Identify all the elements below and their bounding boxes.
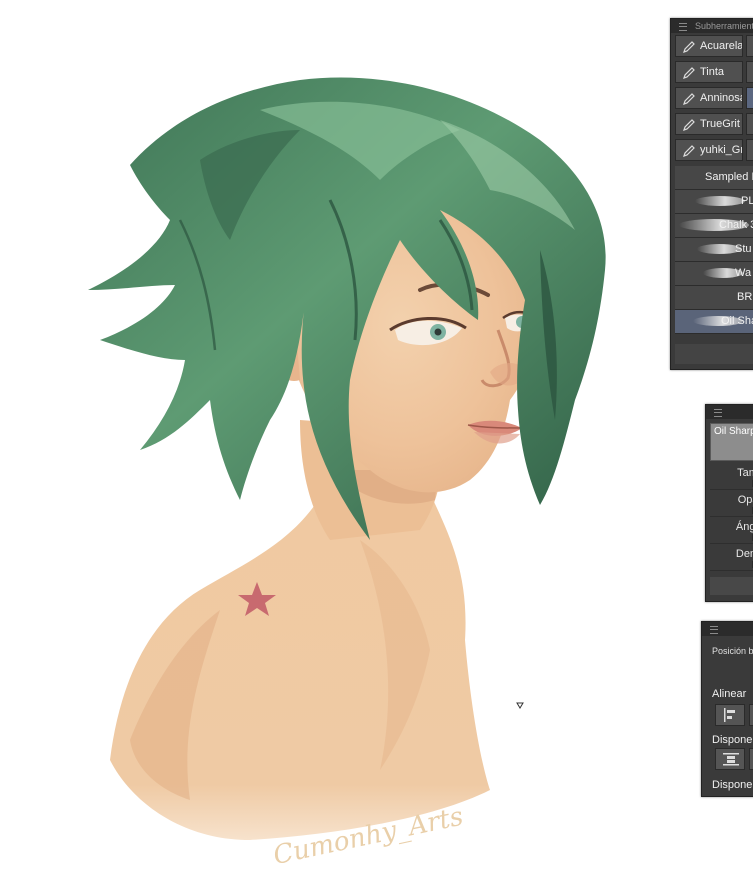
tool-row: Tinta [675,61,753,85]
tool-row: TrueGrit [675,113,753,137]
property-label: Tama [737,467,753,479]
brush-item-chalk[interactable]: Chalk 3 [675,214,753,238]
cursor-icon [516,702,524,709]
selected-brush-name: Oil Sharp [714,426,753,437]
distribute-label: Disponer [712,779,753,791]
property-row-opacity: Opac [710,490,753,517]
align-label: Alinear [712,688,747,700]
tool-label: TrueGrit [700,118,740,130]
brush-label: Chalk 3 [719,219,753,231]
tool-button-anninosa[interactable]: Anninosa [675,87,743,109]
tool-label: Acuarela [700,40,743,52]
pen-icon [683,119,695,131]
align-center-button[interactable] [749,704,753,726]
property-row-angle: Ángul [710,517,753,544]
painting-artwork: Cumonhy_Arts [88,77,606,871]
distribute-horizontal-button[interactable] [749,748,753,770]
subtool-panel: Subherramienta Acuarela Tinta Anninosa T… [670,18,753,370]
align-panel: Posición ba Alinear Disponer Disponer [701,621,753,797]
pen-icon [683,67,695,79]
grip-icon[interactable] [714,409,722,417]
brush-label: Stu [735,243,752,255]
tool-label: Tinta [700,66,725,78]
property-footer [710,577,753,595]
tool-button-truegrit[interactable]: TrueGrit [675,113,743,135]
property-panel-header[interactable] [706,405,753,419]
distribute-icon [723,753,739,766]
pen-icon [683,93,695,105]
tool-button-tinta[interactable]: Tinta [675,61,743,83]
brush-label: PL [741,195,753,207]
tool-side-button[interactable] [746,61,753,83]
brush-label: Wa [735,267,752,279]
brush-label: BR [737,291,753,303]
brush-label: Sampled B [705,171,753,183]
pen-icon [683,41,695,53]
brush-stroke-preview [695,196,745,206]
tool-side-button[interactable] [746,113,753,135]
drawing-canvas[interactable]: Cumonhy_Arts [0,0,668,883]
grip-icon[interactable] [679,23,687,31]
tool-property-panel: Oil Sharp Tama Opac Ángul Densi [705,404,753,602]
property-row-density: Densi [710,544,753,571]
brush-item-wa[interactable]: Wa [675,262,753,286]
brush-label: Oil Sha [721,315,753,327]
align-panel-title: Posición ba [712,646,753,656]
tool-label: Anninosa [700,92,743,104]
selected-brush-preview: Oil Sharp [710,423,753,461]
tool-button-yuhki[interactable]: yuhki_Gr [675,139,743,161]
brush-item-stu[interactable]: Stu [675,238,753,262]
distribute-label: Disponer [712,734,753,746]
tool-row: yuhki_Gr [675,139,753,163]
brush-item-oil-sharp[interactable]: Oil Sha [675,310,753,334]
pen-icon [683,145,695,157]
align-left-button[interactable] [715,704,745,726]
brush-item-sampled[interactable]: Sampled B [675,166,753,190]
property-label: Opac [737,494,753,506]
tool-label: yuhki_Gr [700,144,743,156]
subtool-footer [675,344,753,364]
property-label: Ángul [735,521,753,533]
property-label: Densi [735,548,753,560]
brush-item-pl[interactable]: PL [675,190,753,214]
tool-button-acuarela[interactable]: Acuarela [675,35,743,57]
align-panel-header[interactable] [702,622,753,636]
align-left-icon [724,708,735,722]
property-row-size: Tama [710,463,753,490]
tool-row: Acuarela [675,35,753,59]
grip-icon[interactable] [710,626,718,634]
tool-row: Anninosa [675,87,753,111]
tool-side-button[interactable] [746,35,753,57]
distribute-vertical-button[interactable] [715,748,745,770]
brush-item-br[interactable]: BR [675,286,753,310]
brush-list: Sampled B PL Chalk 3 Stu Wa BR Oil Sha [675,166,753,334]
tool-side-button[interactable] [746,87,753,109]
subtool-panel-title: Subherramienta [695,21,753,31]
subtool-panel-header[interactable]: Subherramienta [671,19,753,33]
tool-side-button[interactable] [746,139,753,161]
